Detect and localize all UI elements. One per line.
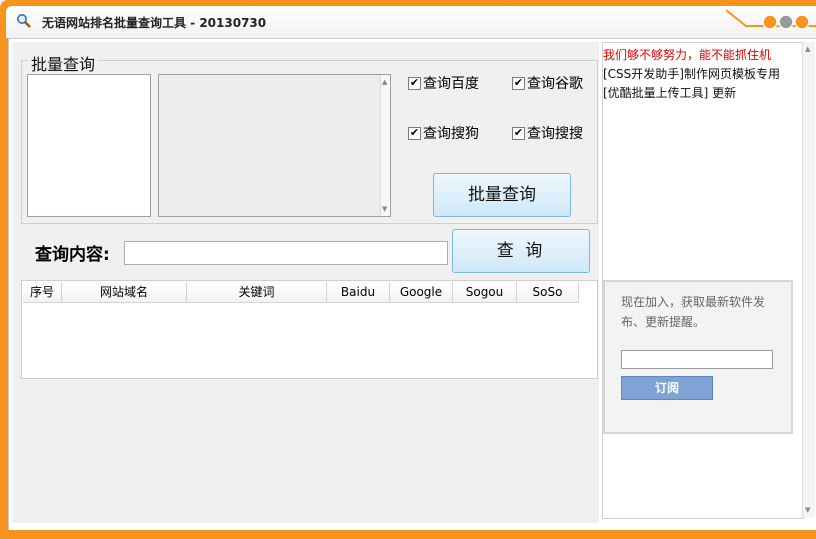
subscribe-button[interactable]: 订阅: [621, 376, 713, 400]
checkbox-sogou[interactable]: ✔ 查询搜狗: [408, 123, 479, 143]
subscribe-box: 现在加入，获取最新软件发布、更新提醒。 订阅: [603, 280, 793, 434]
news-link[interactable]: [优酷批量上传工具] 更新: [603, 84, 736, 101]
orange-dot-icon: [794, 14, 810, 30]
window-bottom-edge: [0, 530, 816, 539]
results-table[interactable]: 序号 网站域名 关键词 Baidu Google Sogou SoSo: [21, 280, 598, 379]
checkmark-icon: ✔: [408, 75, 421, 90]
checkbox-baidu[interactable]: ✔ 查询百度: [408, 73, 479, 93]
batch-query-button[interactable]: 批量查询: [433, 173, 571, 217]
news-headline[interactable]: 我们够不够努力，能不能抓住机: [603, 46, 771, 63]
checkmark-icon: ✔: [408, 125, 421, 140]
checkbox-soso[interactable]: ✔ 查询搜搜: [512, 123, 583, 143]
column-header[interactable]: Google: [390, 282, 453, 303]
batch-keywords-textarea[interactable]: ▲ ▼: [158, 74, 391, 217]
checkbox-label: 查询百度: [423, 76, 479, 92]
query-label: 查询内容:: [35, 245, 110, 265]
table-header: 序号 网站域名 关键词 Baidu Google Sogou SoSo: [23, 282, 579, 303]
column-header[interactable]: 序号: [23, 282, 62, 303]
magnifier-icon: [17, 14, 31, 28]
scroll-down-icon[interactable]: ▼: [805, 506, 810, 514]
vertical-scrollbar[interactable]: ▲ ▼: [380, 75, 390, 216]
column-header[interactable]: Baidu: [327, 282, 390, 303]
checkbox-label: 查询谷歌: [527, 76, 583, 92]
query-button[interactable]: 查 询: [452, 229, 590, 273]
subscribe-text: 现在加入，获取最新软件发布、更新提醒。: [621, 295, 766, 329]
domain-list[interactable]: [27, 74, 151, 217]
checkmark-icon: ✔: [512, 75, 525, 90]
window-title: 无语网站排名批量查询工具 - 20130730: [42, 16, 267, 30]
title-bar[interactable]: 无语网站排名批量查询工具 - 20130730: [6, 6, 816, 38]
checkbox-label: 查询搜狗: [423, 126, 479, 142]
title-decoration: [726, 9, 816, 30]
query-input[interactable]: [124, 241, 448, 265]
subscribe-email-input[interactable]: [621, 350, 773, 369]
column-header[interactable]: Sogou: [453, 282, 517, 303]
checkbox-google[interactable]: ✔ 查询谷歌: [512, 73, 583, 93]
column-header[interactable]: 网站域名: [62, 282, 187, 303]
batch-query-title: 批量查询: [28, 51, 99, 75]
scroll-down-icon[interactable]: ▼: [382, 205, 387, 213]
gray-dot-icon: [778, 14, 794, 30]
checkmark-icon: ✔: [512, 125, 525, 140]
orange-dot-icon: [762, 14, 778, 30]
sidebar-scrollbar[interactable]: ▲ ▼: [802, 42, 815, 517]
scroll-up-icon[interactable]: ▲: [382, 78, 387, 86]
column-header[interactable]: SoSo: [517, 282, 579, 303]
scroll-up-icon[interactable]: ▲: [805, 45, 810, 53]
checkbox-label: 查询搜搜: [527, 126, 583, 142]
news-link[interactable]: [CSS开发助手]制作网页模板专用: [603, 65, 780, 82]
column-header[interactable]: 关键词: [187, 282, 327, 303]
